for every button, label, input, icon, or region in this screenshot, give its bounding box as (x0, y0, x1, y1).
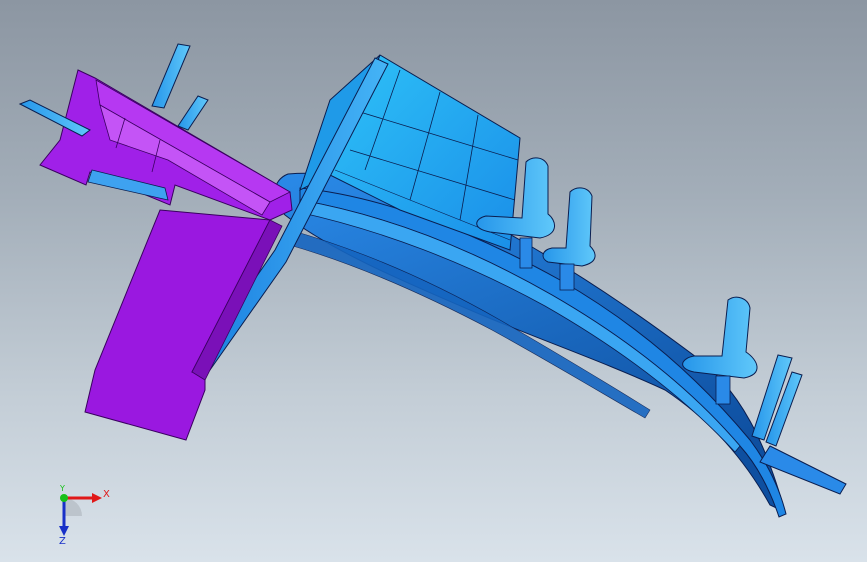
z-axis-label: Z (59, 536, 66, 547)
x-axis-label: X (103, 489, 110, 500)
x-axis-arrow-icon (92, 493, 102, 503)
3d-viewport[interactable]: X Z Y (0, 0, 867, 562)
y-axis-dot (60, 494, 68, 502)
model-scene[interactable] (0, 0, 867, 562)
coordinate-triad: X Z Y (59, 484, 110, 547)
y-axis-label: Y (59, 484, 65, 493)
z-axis-arrow-icon (59, 526, 69, 536)
